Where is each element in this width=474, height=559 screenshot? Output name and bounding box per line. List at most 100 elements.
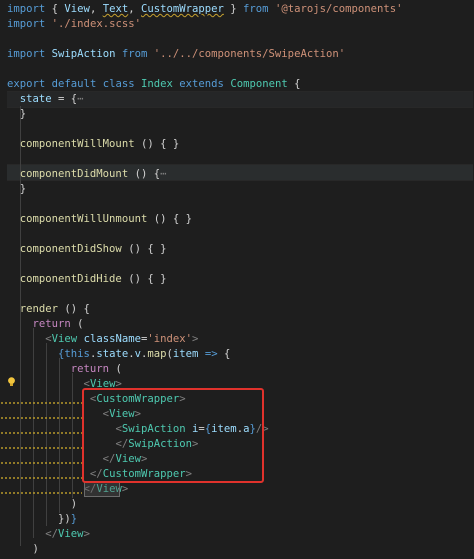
closing-brace-line[interactable]: } bbox=[7, 182, 26, 197]
code-token: componentWillUnmount bbox=[19, 213, 148, 225]
code-token: return bbox=[70, 363, 110, 375]
return-line[interactable]: return ( bbox=[7, 317, 84, 332]
component-did-mount-line[interactable]: componentDidMount () {⋯ bbox=[7, 167, 167, 182]
code-token: 'index' bbox=[147, 333, 193, 345]
code-token: className bbox=[83, 333, 141, 345]
state-line[interactable]: state = {⋯ bbox=[7, 92, 84, 107]
code-token: componentDidShow bbox=[19, 243, 122, 255]
component-will-mount-line[interactable]: componentWillMount () { } bbox=[7, 137, 179, 152]
code-token: componentWillMount bbox=[19, 138, 135, 150]
warning-squiggle bbox=[0, 417, 82, 419]
code-token: '@tarojs/components' bbox=[274, 3, 403, 15]
code-token: ⋯ bbox=[77, 93, 84, 105]
import-scss-line[interactable]: import './index.scss' bbox=[7, 17, 141, 32]
code-token: state bbox=[96, 348, 129, 360]
code-token: > bbox=[192, 333, 199, 345]
code-token: class bbox=[102, 78, 135, 90]
code-token: () { } bbox=[147, 213, 192, 225]
warning-squiggle bbox=[0, 447, 82, 449]
code-token: ) bbox=[7, 498, 78, 510]
code-token: { bbox=[287, 78, 301, 90]
code-token: () { bbox=[58, 303, 90, 315]
view-index-open-line[interactable]: <View className='index'> bbox=[7, 332, 198, 347]
code-token: CustomWrapper bbox=[140, 3, 224, 15]
code-token: () { } bbox=[121, 243, 167, 255]
code-token: Component bbox=[230, 78, 288, 90]
code-token: componentDidHide bbox=[19, 273, 122, 285]
code-token: } bbox=[223, 3, 244, 15]
return-close-paren-line[interactable]: ) bbox=[7, 497, 77, 512]
code-token: () { } bbox=[134, 138, 180, 150]
code-token: () { } bbox=[121, 273, 167, 285]
inner-return-line[interactable]: return ( bbox=[7, 362, 122, 377]
lightbulb-icon[interactable] bbox=[7, 377, 16, 387]
code-token: default bbox=[51, 78, 97, 90]
code-token: ( bbox=[109, 363, 122, 375]
view-index-close-line[interactable]: </View> bbox=[7, 527, 90, 542]
code-token: , bbox=[128, 3, 141, 15]
code-token: { bbox=[45, 3, 65, 15]
code-token: => bbox=[204, 348, 218, 360]
code-token: './index.scss' bbox=[51, 18, 141, 30]
code-token: '../../components/SwipeAction' bbox=[153, 48, 346, 60]
warning-squiggle bbox=[0, 402, 82, 404]
highlight-annotation-box bbox=[82, 388, 264, 483]
code-token: View bbox=[51, 333, 78, 345]
code-token: map bbox=[147, 348, 167, 360]
code-token: from bbox=[121, 48, 148, 60]
code-token: = { bbox=[51, 93, 78, 105]
warning-squiggle bbox=[0, 432, 82, 434]
map-close-line[interactable]: })} bbox=[7, 512, 77, 527]
code-token: ( bbox=[70, 318, 84, 330]
component-did-hide-line[interactable]: componentDidHide () { } bbox=[7, 272, 167, 287]
code-token: > bbox=[83, 528, 90, 540]
code-token: Text bbox=[102, 3, 129, 15]
code-token: return bbox=[32, 318, 71, 330]
code-token: , bbox=[89, 3, 103, 15]
code-editor[interactable]: import { View, Text, CustomWrapper } fro… bbox=[0, 0, 474, 559]
code-token: ) bbox=[7, 543, 39, 555]
code-token: from bbox=[243, 3, 269, 15]
code-token: { bbox=[217, 348, 231, 360]
code-token: View bbox=[64, 3, 90, 15]
render-line[interactable]: render () { bbox=[7, 302, 90, 317]
code-token: render bbox=[19, 303, 59, 315]
code-token: } bbox=[7, 108, 27, 120]
map-line[interactable]: {this.state.v.map(item => { bbox=[7, 347, 230, 362]
code-token: extends bbox=[179, 78, 224, 90]
code-token: import bbox=[7, 18, 46, 30]
code-token: state bbox=[19, 93, 52, 105]
code-token: ⋯ bbox=[160, 168, 167, 180]
closing-brace-line[interactable]: } bbox=[7, 107, 26, 122]
code-token: import bbox=[7, 48, 46, 60]
code-token: > bbox=[121, 483, 129, 495]
class-declaration-line[interactable]: export default class Index extends Compo… bbox=[7, 77, 301, 92]
code-token: } bbox=[70, 513, 78, 525]
code-token: View bbox=[58, 528, 84, 540]
code-token: }) bbox=[58, 513, 71, 525]
warning-squiggle bbox=[0, 462, 82, 464]
code-token: import bbox=[7, 3, 46, 15]
component-will-unmount-line[interactable]: componentWillUnmount () { } bbox=[7, 212, 192, 227]
warning-squiggle bbox=[0, 492, 82, 494]
component-did-show-line[interactable]: componentDidShow () { } bbox=[7, 242, 167, 257]
code-token: item bbox=[172, 348, 199, 360]
code-token: this bbox=[64, 348, 90, 360]
code-token: </ bbox=[45, 528, 59, 540]
render-return-close-line[interactable]: ) bbox=[7, 542, 39, 557]
import-swipeaction-line[interactable]: import SwipAction from '../../components… bbox=[7, 47, 345, 62]
import-components-line[interactable]: import { View, Text, CustomWrapper } fro… bbox=[7, 2, 403, 17]
code-token: SwipAction bbox=[51, 48, 116, 60]
